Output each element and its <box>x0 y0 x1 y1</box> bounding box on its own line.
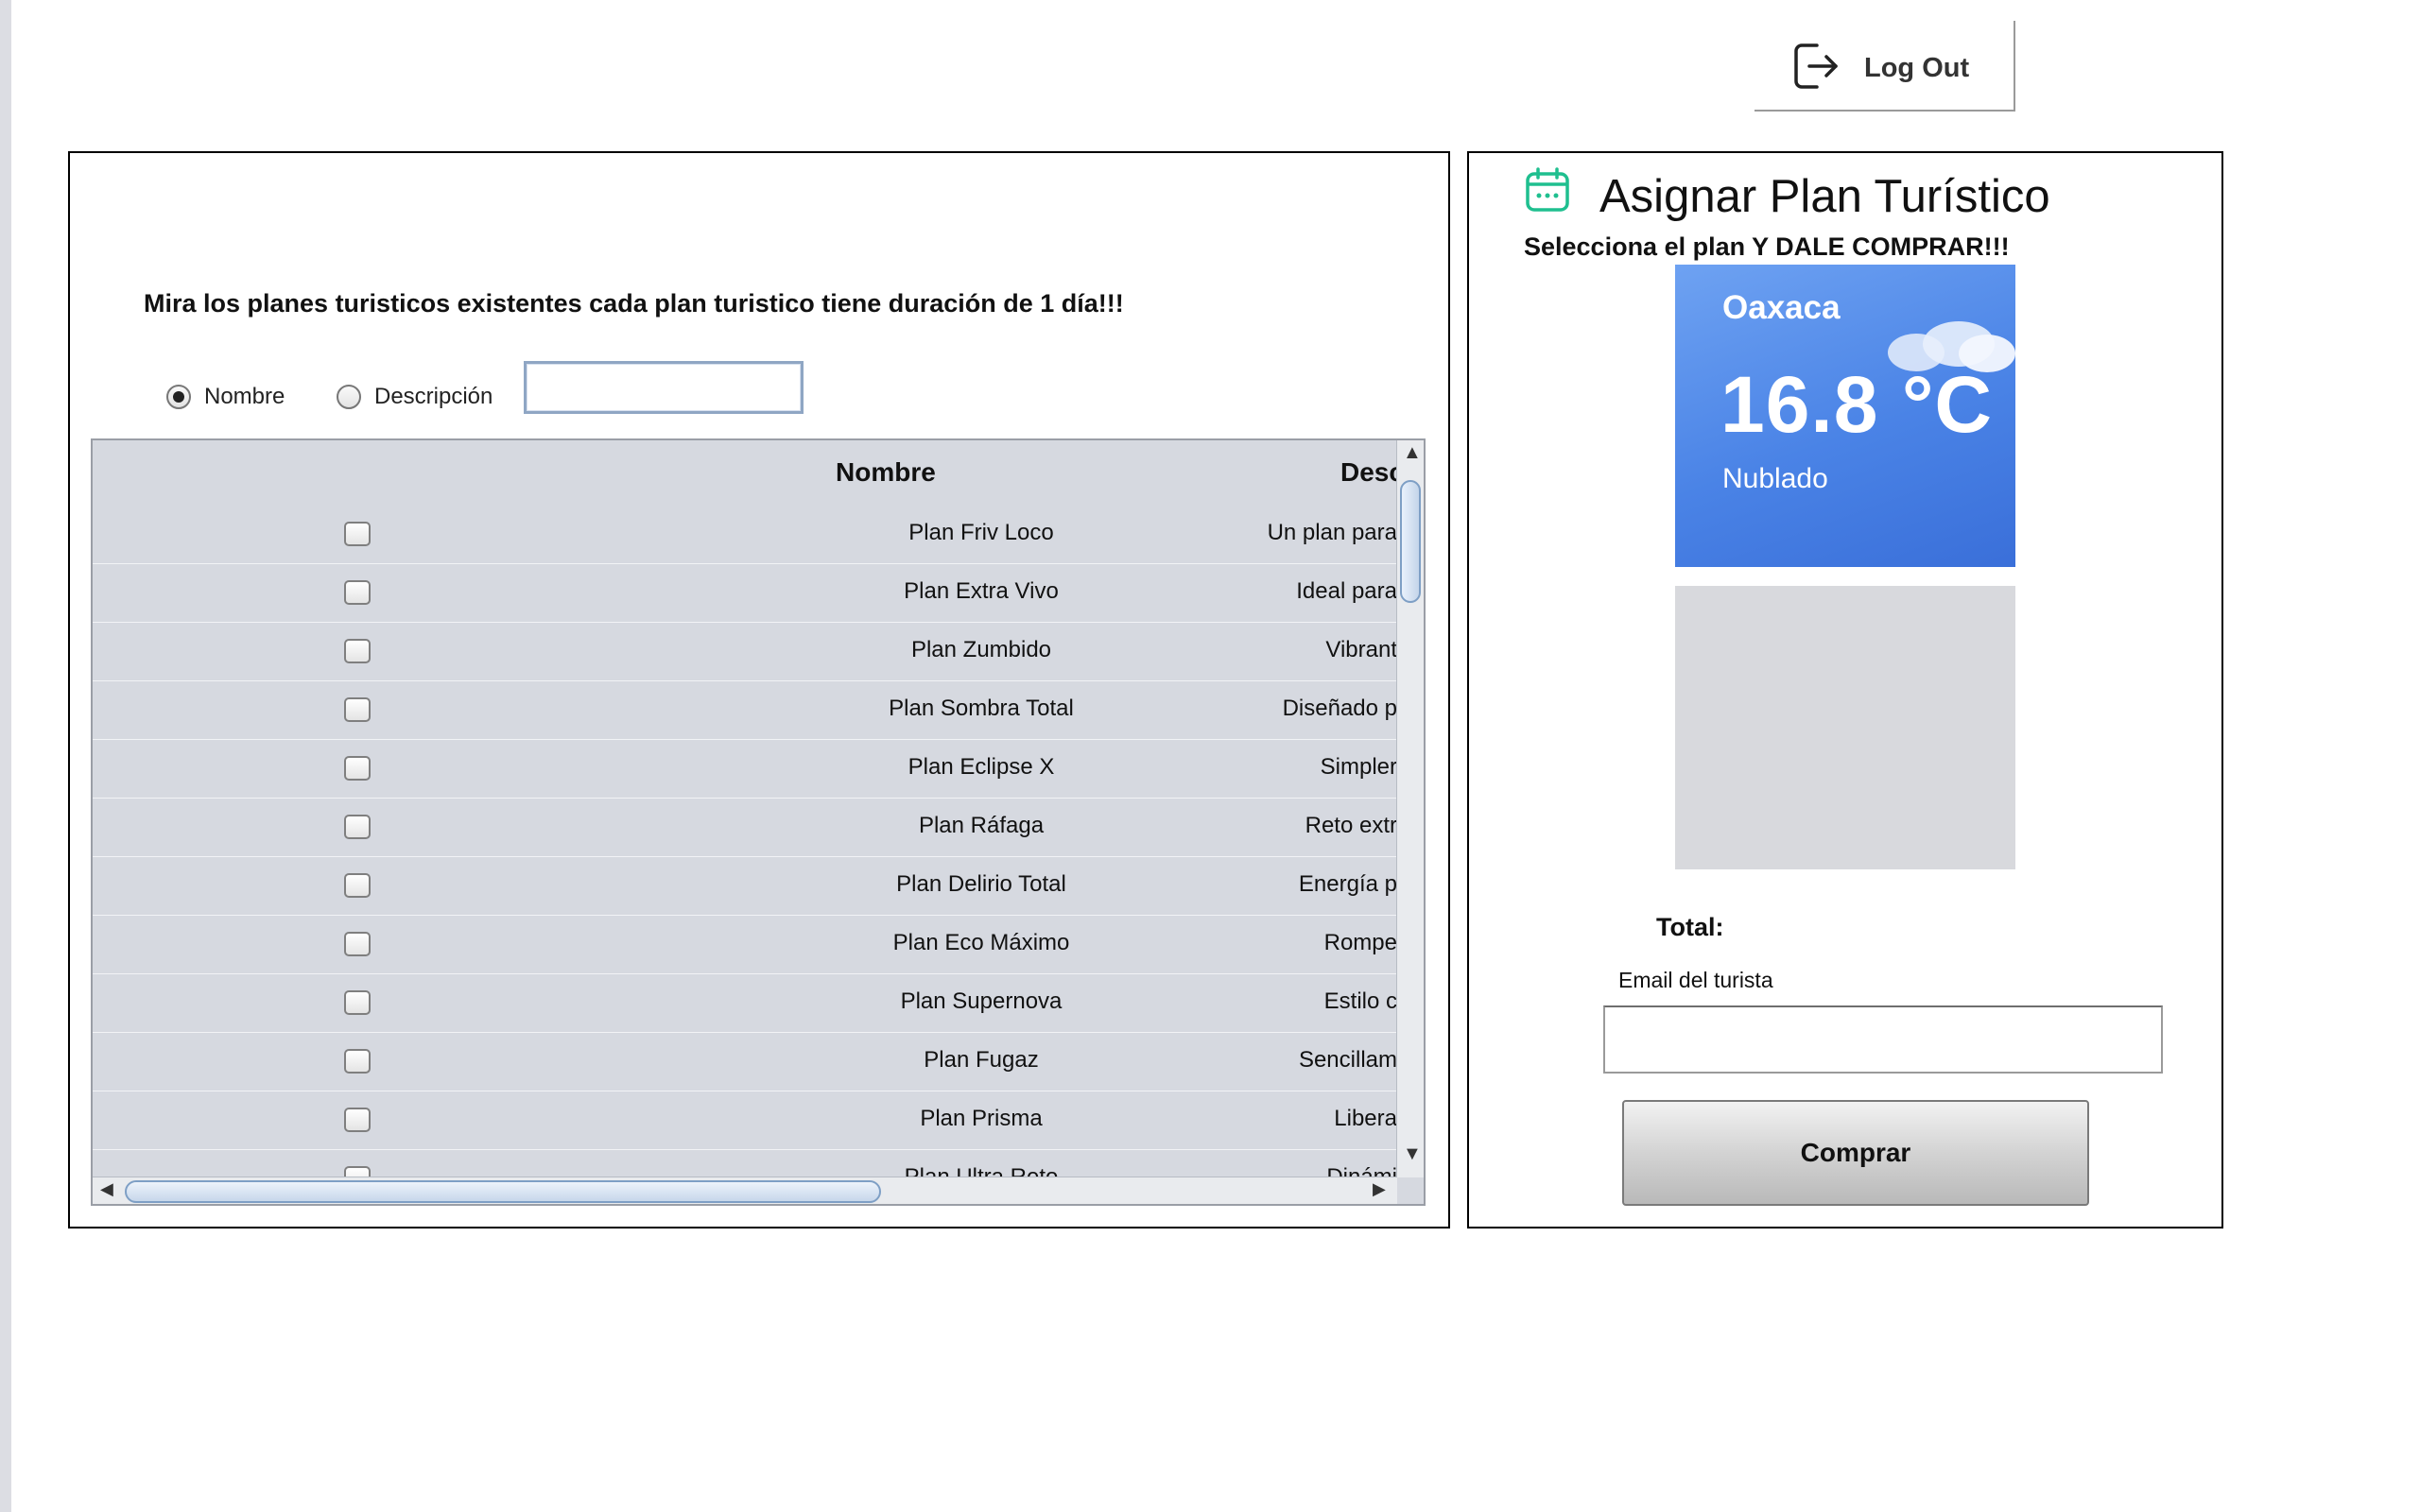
scroll-right-arrow-icon[interactable]: ▶ <box>1373 1179 1386 1199</box>
column-header-descripcion[interactable]: Desc <box>1340 457 1404 488</box>
row-descripcion: Rompe <box>1323 930 1397 955</box>
radio-nombre-label: Nombre <box>204 384 285 409</box>
row-descripcion: Reto extr <box>1305 813 1397 838</box>
vertical-scrollbar[interactable]: ▲ ▼ <box>1396 440 1424 1177</box>
table-row[interactable]: Plan Eclipse X Simpler <box>93 739 1397 799</box>
row-checkbox[interactable] <box>344 756 371 781</box>
row-checkbox[interactable] <box>344 932 371 956</box>
comprar-button[interactable]: Comprar <box>1622 1100 2089 1206</box>
email-field[interactable] <box>1603 1005 2163 1074</box>
row-checkbox[interactable] <box>344 1049 371 1074</box>
row-checkbox[interactable] <box>344 873 371 898</box>
row-checkbox[interactable] <box>344 1108 371 1132</box>
scroll-left-arrow-icon[interactable]: ◀ <box>100 1179 113 1199</box>
row-descripcion: Libera <box>1334 1106 1397 1131</box>
table-row[interactable]: Plan Ráfaga Reto extr <box>93 798 1397 857</box>
row-checkbox[interactable] <box>344 990 371 1015</box>
radio-nombre-indicator[interactable] <box>166 385 191 409</box>
row-checkbox[interactable] <box>344 580 371 605</box>
row-descripcion: Vibrant <box>1325 637 1397 662</box>
row-nombre: Plan Supernova <box>900 988 1063 1014</box>
row-nombre: Plan Sombra Total <box>889 696 1074 721</box>
table-row[interactable]: Plan Prisma Libera <box>93 1091 1397 1150</box>
table-row[interactable]: Plan Fugaz Sencillam <box>93 1032 1397 1091</box>
weather-temperature: 16.8 °C <box>1720 360 1994 449</box>
vertical-scroll-thumb[interactable] <box>1400 480 1421 603</box>
table-row[interactable]: Plan Ultra Reto Dinámi <box>93 1149 1397 1177</box>
radio-descripcion-indicator[interactable] <box>337 385 361 409</box>
weather-city: Oaxaca <box>1722 289 1841 326</box>
table-row[interactable]: Plan Zumbido Vibrant <box>93 622 1397 681</box>
row-nombre: Plan Ráfaga <box>918 813 1045 838</box>
radio-descripcion[interactable]: Descripción <box>337 378 493 416</box>
horizontal-scrollbar[interactable]: ◀ ▶ <box>93 1177 1397 1204</box>
row-descripcion: Diseñado p <box>1282 696 1397 721</box>
plans-table: Nombre Desc Plan Friv Loco Un plan para Pl… <box>91 438 1426 1206</box>
calendar-icon <box>1526 167 1569 212</box>
scroll-down-arrow-icon[interactable]: ▼ <box>1403 1143 1422 1165</box>
window-left-edge <box>0 0 11 1512</box>
horizontal-scroll-thumb[interactable] <box>125 1180 881 1203</box>
table-row[interactable]: Plan Extra Vivo Ideal para <box>93 563 1397 623</box>
email-label: Email del turista <box>1618 968 1773 992</box>
radio-descripcion-label: Descripción <box>374 384 493 409</box>
plan-image-placeholder <box>1675 586 2015 869</box>
row-nombre: Plan Ultra Reto <box>904 1164 1059 1177</box>
row-checkbox[interactable] <box>344 522 371 546</box>
plans-headline: Mira los planes turisticos existentes ca… <box>144 289 1124 318</box>
table-row[interactable]: Plan Eco Máximo Rompe <box>93 915 1397 974</box>
table-row[interactable]: Plan Sombra Total Diseñado p <box>93 680 1397 740</box>
row-checkbox[interactable] <box>344 639 371 663</box>
column-header-nombre[interactable]: Nombre <box>836 457 936 488</box>
row-descripcion: Un plan para <box>1267 520 1397 545</box>
row-nombre: Plan Eco Máximo <box>892 930 1070 955</box>
row-descripcion: Simpler <box>1320 754 1397 780</box>
table-row[interactable]: Plan Delirio Total Energía p <box>93 856 1397 916</box>
row-nombre: Plan Fugaz <box>924 1047 1039 1073</box>
weather-condition: Nublado <box>1722 463 1828 494</box>
table-header: Nombre Desc <box>93 440 1404 505</box>
radio-nombre[interactable]: Nombre <box>166 378 285 416</box>
row-nombre: Plan Extra Vivo <box>904 578 1059 604</box>
row-descripcion: Energía p <box>1298 871 1397 897</box>
row-nombre: Plan Eclipse X <box>908 754 1055 780</box>
row-descripcion: Sencillam <box>1298 1047 1397 1073</box>
row-descripcion: Dinámi <box>1326 1164 1397 1177</box>
assign-plan-title: Asignar Plan Turístico <box>1599 171 2050 222</box>
logout-button[interactable]: Log Out <box>1754 21 2015 112</box>
row-descripcion: Ideal para <box>1296 578 1397 604</box>
row-nombre: Plan Prisma <box>920 1106 1043 1131</box>
row-checkbox[interactable] <box>344 815 371 839</box>
row-nombre: Plan Friv Loco <box>908 520 1054 545</box>
assign-plan-subtitle: Selecciona el plan Y DALE COMPRAR!!! <box>1524 232 2010 261</box>
weather-card: Oaxaca 16.8 °C Nublado <box>1675 265 2015 567</box>
row-nombre: Plan Delirio Total <box>896 871 1066 897</box>
search-input[interactable] <box>524 361 804 414</box>
row-nombre: Plan Zumbido <box>910 637 1052 662</box>
total-label: Total: <box>1656 913 1724 941</box>
table-body: Plan Friv Loco Un plan para Plan Extra Viv… <box>93 505 1397 1177</box>
row-checkbox[interactable] <box>344 697 371 722</box>
table-row[interactable]: Plan Supernova Estilo c <box>93 973 1397 1033</box>
logout-icon <box>1794 43 1838 89</box>
scroll-up-arrow-icon[interactable]: ▲ <box>1403 442 1422 464</box>
row-descripcion: Estilo c <box>1323 988 1397 1014</box>
table-row[interactable]: Plan Friv Loco Un plan para <box>93 505 1397 564</box>
logout-label: Log Out <box>1864 53 1970 83</box>
